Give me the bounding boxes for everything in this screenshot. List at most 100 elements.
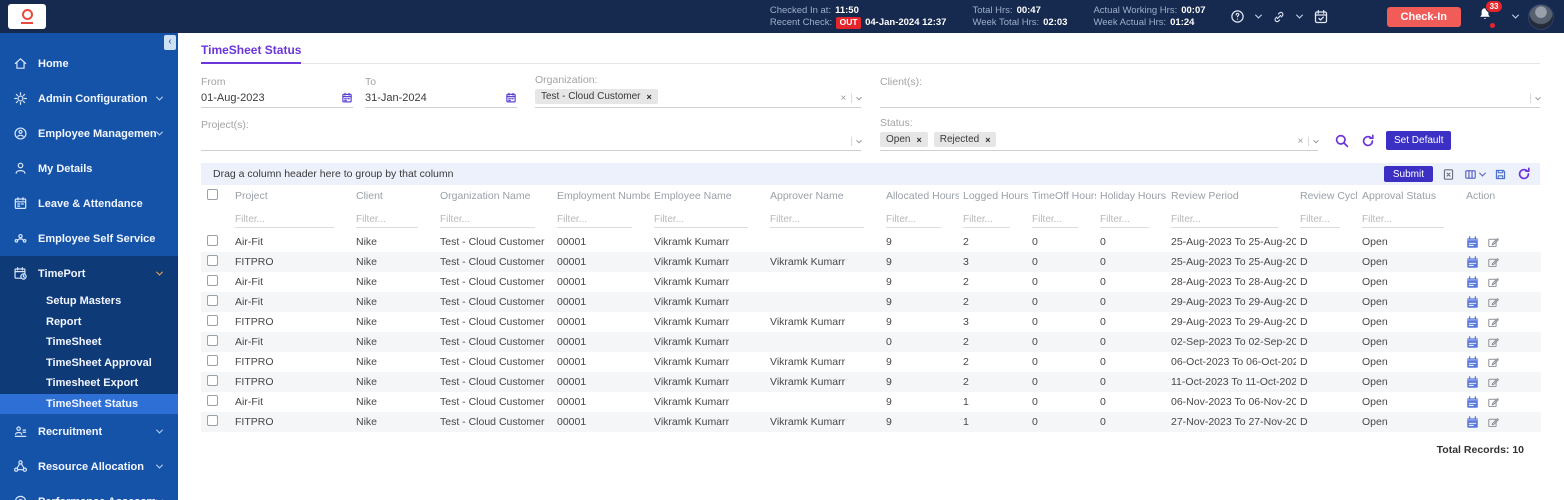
submit-button[interactable]: Submit (1384, 166, 1433, 182)
view-timesheet-calendar-icon[interactable] (1466, 296, 1479, 309)
row-checkbox[interactable] (207, 275, 218, 286)
edit-icon[interactable] (1487, 376, 1500, 389)
chip-remove-icon[interactable]: × (646, 92, 651, 102)
sidebar-item-timesheet-status[interactable]: TimeSheet Status (0, 394, 178, 415)
status-select[interactable]: Status: Open×Rejected× ×| (880, 117, 1318, 151)
filter-input-review-period[interactable] (1171, 214, 1278, 228)
sidebar-item-resource-allocation[interactable]: Resource Allocation (0, 449, 178, 484)
chip-remove-icon[interactable]: × (916, 135, 921, 145)
edit-icon[interactable] (1487, 276, 1500, 289)
row-checkbox[interactable] (207, 355, 218, 366)
set-default-button[interactable]: Set Default (1386, 131, 1451, 150)
chevron-down-icon[interactable] (1479, 169, 1486, 176)
row-checkbox[interactable] (207, 235, 218, 246)
edit-icon[interactable] (1487, 256, 1500, 269)
filter-input-employment-number[interactable] (557, 214, 632, 228)
calendar-picker-icon[interactable] (341, 92, 353, 104)
column-header-logged-hours[interactable]: Logged Hours (959, 185, 1028, 207)
sidebar-item-recruitment[interactable]: Recruitment (0, 414, 178, 449)
check-in-button[interactable]: Check-In (1387, 7, 1461, 27)
row-checkbox[interactable] (207, 255, 218, 266)
sidebar-item-leave-attendance[interactable]: Leave & Attendance (0, 186, 178, 221)
from-date-input[interactable]: 01-Aug-2023 (201, 92, 265, 104)
chevron-down-icon[interactable] (856, 137, 862, 143)
row-checkbox[interactable] (207, 415, 218, 426)
edit-icon[interactable] (1487, 336, 1500, 349)
sidebar-item-home[interactable]: Home (0, 46, 178, 81)
edit-icon[interactable] (1487, 416, 1500, 429)
notification-bell-icon[interactable]: 33 (1477, 6, 1493, 27)
sidebar-item-timesheet-approval[interactable]: TimeSheet Approval (0, 353, 178, 374)
user-avatar[interactable] (1528, 4, 1554, 30)
clear-selection-icon[interactable]: × (841, 93, 847, 104)
chip-remove-icon[interactable]: × (985, 135, 990, 145)
sidebar-item-employee-self-service[interactable]: Employee Self Service (0, 221, 178, 256)
filter-input-timeoff-hours[interactable] (1032, 214, 1078, 228)
save-icon[interactable] (1494, 168, 1507, 181)
column-header-holiday-hours[interactable]: Holiday Hours (1096, 185, 1167, 207)
column-header-review-period[interactable]: Review Period (1167, 185, 1296, 207)
sidebar-collapse-button[interactable]: ‹ (164, 35, 176, 50)
calendar-picker-icon[interactable] (505, 92, 517, 104)
column-chooser-icon[interactable] (1464, 168, 1477, 181)
sidebar-item-timeport[interactable]: TimePort (0, 256, 178, 291)
projects-select[interactable]: Project(s): | (201, 119, 861, 151)
tab-timesheet-status[interactable]: TimeSheet Status (201, 43, 301, 64)
view-timesheet-calendar-icon[interactable] (1466, 416, 1479, 429)
excel-export-icon[interactable] (1442, 168, 1455, 181)
sidebar-item-timesheet-export[interactable]: Timesheet Export (0, 373, 178, 394)
filter-input-project[interactable] (235, 214, 334, 228)
filter-input-review-cycle[interactable] (1300, 214, 1340, 228)
to-date-input[interactable]: 31-Jan-2024 (365, 92, 427, 104)
row-checkbox[interactable] (207, 295, 218, 306)
app-logo[interactable] (8, 4, 46, 29)
column-header-approval-status[interactable]: Approval Status (1358, 185, 1462, 207)
sidebar-item-admin-configuration[interactable]: Admin Configuration (0, 81, 178, 116)
sidebar-item-setup-masters[interactable]: Setup Masters (0, 291, 178, 312)
sidebar-item-timesheet[interactable]: TimeSheet (0, 332, 178, 353)
filter-input-employee-name[interactable] (654, 214, 748, 228)
chevron-down-icon[interactable] (1512, 12, 1519, 19)
row-checkbox[interactable] (207, 315, 218, 326)
sidebar-item-my-details[interactable]: My Details (0, 151, 178, 186)
edit-icon[interactable] (1487, 356, 1500, 369)
edit-icon[interactable] (1487, 396, 1500, 409)
view-timesheet-calendar-icon[interactable] (1466, 396, 1479, 409)
column-header-timeoff-hours[interactable]: TimeOff Hours (1028, 185, 1096, 207)
edit-icon[interactable] (1487, 236, 1500, 249)
clear-selection-icon[interactable]: × (1298, 136, 1304, 147)
refresh-grid-icon[interactable] (1516, 166, 1532, 182)
column-header-review-cycle[interactable]: Review Cycle (1296, 185, 1358, 207)
view-timesheet-calendar-icon[interactable] (1466, 336, 1479, 349)
calendar-check-icon[interactable] (1313, 9, 1329, 25)
select-all-checkbox[interactable] (207, 189, 218, 200)
column-header-action[interactable]: Action (1462, 185, 1541, 207)
column-header-allocated-hours[interactable]: Allocated Hours (882, 185, 959, 207)
view-timesheet-calendar-icon[interactable] (1466, 356, 1479, 369)
sidebar-item-performance-assessment[interactable]: Performance Assessment (0, 484, 178, 500)
column-header-organization-name[interactable]: Organization Name (436, 185, 553, 207)
group-by-hint[interactable]: Drag a column header here to group by th… (213, 168, 453, 180)
clients-select[interactable]: Client(s): | (880, 76, 1540, 108)
chevron-down-icon[interactable] (1313, 137, 1319, 143)
view-timesheet-calendar-icon[interactable] (1466, 256, 1479, 269)
chevron-down-icon[interactable] (1254, 12, 1261, 19)
edit-icon[interactable] (1487, 296, 1500, 309)
chevron-down-icon[interactable] (1535, 94, 1541, 100)
filter-input-organization-name[interactable] (440, 214, 535, 228)
column-header-employee-name[interactable]: Employee Name (650, 185, 766, 207)
view-timesheet-calendar-icon[interactable] (1466, 276, 1479, 289)
column-header-client[interactable]: Client (352, 185, 436, 207)
column-header-project[interactable]: Project (231, 185, 352, 207)
chevron-down-icon[interactable] (856, 94, 862, 100)
view-timesheet-calendar-icon[interactable] (1466, 236, 1479, 249)
help-icon[interactable] (1230, 9, 1245, 24)
filter-input-approver-name[interactable] (770, 214, 864, 228)
filter-input-allocated-hours[interactable] (886, 214, 941, 228)
filter-input-client[interactable] (356, 214, 418, 228)
search-icon[interactable] (1334, 133, 1350, 149)
filter-input-logged-hours[interactable] (963, 214, 1010, 228)
edit-icon[interactable] (1487, 316, 1500, 329)
row-checkbox[interactable] (207, 395, 218, 406)
row-checkbox[interactable] (207, 335, 218, 346)
